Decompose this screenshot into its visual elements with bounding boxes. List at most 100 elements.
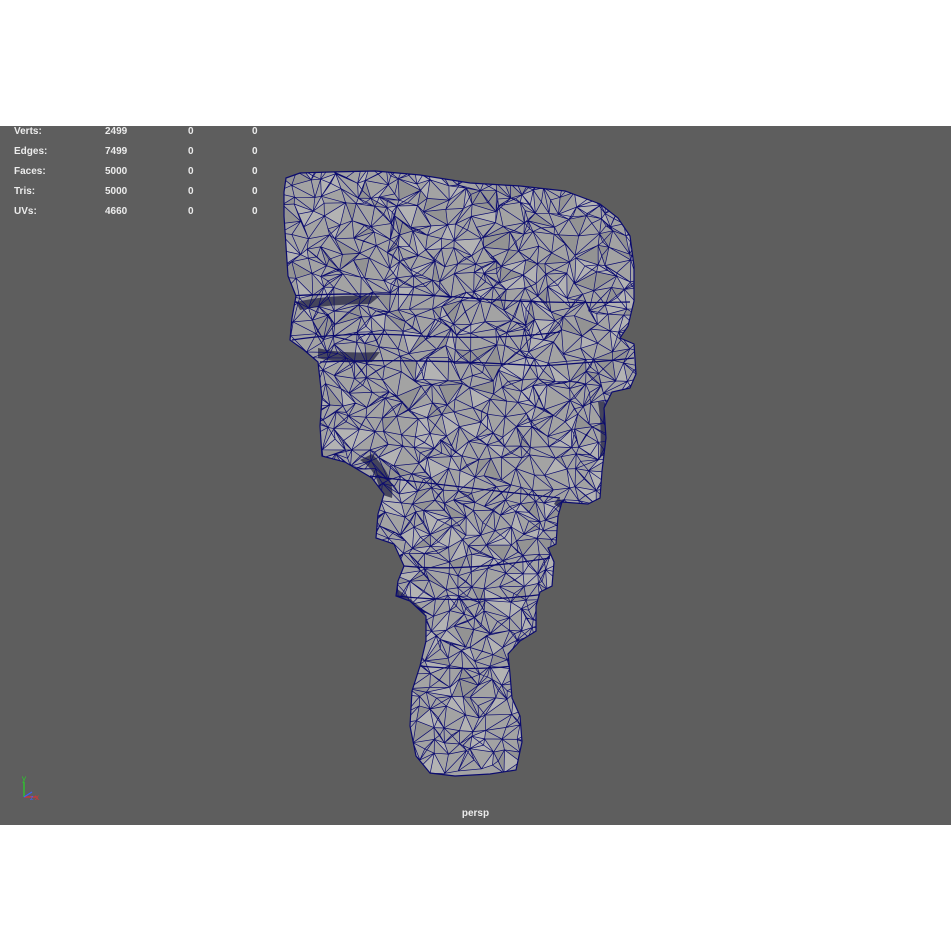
mesh-facet	[610, 716, 628, 732]
mesh-facet	[395, 680, 409, 694]
mesh-facet	[509, 668, 525, 683]
mesh-facet	[340, 734, 359, 750]
mesh-facet	[627, 700, 636, 717]
mesh-facet	[379, 667, 402, 684]
mesh-facet	[580, 680, 602, 693]
mesh-facet	[339, 616, 359, 627]
mesh-facet	[535, 756, 550, 775]
mesh-facet	[603, 554, 619, 571]
mesh-facet	[338, 543, 359, 560]
mesh-facet	[289, 758, 313, 774]
mesh-facet	[395, 673, 416, 689]
mesh-facet	[620, 679, 634, 704]
mesh-facet	[578, 171, 596, 177]
mesh-facet	[627, 613, 636, 634]
mesh-facet	[394, 648, 415, 656]
mesh-facet	[484, 171, 505, 175]
mesh-facet	[369, 626, 387, 643]
axis-z-label: z	[30, 795, 34, 802]
mesh-facet	[349, 706, 373, 732]
mesh-facet	[345, 508, 356, 517]
mesh-facet	[284, 503, 301, 518]
mesh-facet	[574, 596, 599, 613]
mesh-facet	[621, 552, 636, 572]
mesh-facet	[545, 615, 565, 629]
mesh-facet	[383, 571, 398, 585]
mesh-facet	[337, 720, 353, 735]
mesh-facet	[590, 525, 615, 540]
mesh-facet	[349, 513, 374, 530]
mesh-facet	[318, 734, 341, 751]
rock-mesh-wireframe[interactable]	[0, 126, 951, 825]
mesh-facet	[544, 756, 570, 775]
mesh-facet	[369, 707, 390, 723]
mesh-facet	[537, 742, 550, 757]
mesh-facet	[590, 539, 609, 558]
axis-gizmo: y x z	[22, 774, 39, 802]
mesh-facet	[299, 374, 315, 395]
3d-viewport-persp[interactable]: Verts: 2499 0 0 Edges: 7499 0 0 Faces: 5…	[0, 126, 951, 825]
mesh-facet	[628, 667, 636, 686]
mesh-facet	[380, 632, 397, 643]
mesh-facet	[309, 599, 320, 616]
mesh-facet	[342, 572, 354, 588]
mesh-facet	[535, 638, 557, 658]
mesh-facet	[284, 685, 295, 702]
mesh-facet	[383, 741, 401, 760]
mesh-facet	[289, 552, 315, 575]
mesh-facet	[618, 527, 636, 548]
mesh-facet	[612, 672, 630, 680]
axis-x-label: x	[35, 793, 39, 802]
mesh-facet	[551, 171, 564, 178]
mesh-facet	[590, 517, 615, 529]
mesh-facet	[605, 693, 628, 717]
mesh-facet	[293, 455, 316, 476]
mesh-facet	[569, 518, 587, 534]
mesh-facet	[294, 724, 316, 740]
mesh-facet	[608, 498, 625, 516]
mesh-facet	[550, 693, 571, 713]
mesh-facet	[615, 594, 628, 619]
mesh-facet	[596, 689, 610, 696]
mesh-facet	[318, 722, 341, 735]
mesh-facet	[284, 476, 298, 482]
mesh-facet	[346, 706, 353, 732]
mesh-facet	[290, 625, 312, 639]
mesh-facet	[531, 684, 544, 697]
mesh-facet	[284, 499, 301, 512]
mesh-facet	[378, 584, 398, 607]
mesh-facet	[623, 619, 636, 634]
mesh-facet	[546, 589, 565, 603]
mesh-facet	[284, 530, 293, 545]
mesh-facet	[612, 177, 626, 193]
mesh-facet	[359, 626, 370, 644]
mesh-facet	[349, 651, 374, 667]
mesh-facet	[295, 580, 315, 605]
mesh-facet	[293, 364, 310, 375]
mesh-facet	[342, 559, 355, 575]
mesh-facet	[284, 725, 301, 743]
axis-y-label: y	[22, 774, 26, 783]
mesh-facet	[562, 739, 574, 758]
mesh-facet	[345, 513, 349, 528]
mesh-facet	[352, 568, 371, 588]
mesh-facet	[535, 642, 546, 658]
mesh-facet	[284, 739, 301, 757]
mesh-facet	[336, 572, 354, 589]
mesh-facet	[543, 177, 564, 188]
mesh-facet	[620, 419, 636, 433]
mesh-facet	[364, 594, 381, 612]
mesh-facet	[578, 714, 589, 730]
mesh-facet	[539, 599, 547, 616]
mesh-facet	[561, 556, 581, 577]
mesh-facet	[588, 714, 611, 732]
mesh-facet	[385, 712, 407, 723]
mesh-facet	[398, 600, 412, 621]
mesh-facet	[314, 530, 328, 547]
mesh-facet	[327, 511, 346, 528]
mesh-facet	[543, 665, 568, 687]
mesh-facet	[315, 722, 329, 735]
mesh-facet	[284, 562, 290, 573]
mesh-facet	[323, 639, 336, 655]
mesh-facet	[284, 701, 297, 710]
